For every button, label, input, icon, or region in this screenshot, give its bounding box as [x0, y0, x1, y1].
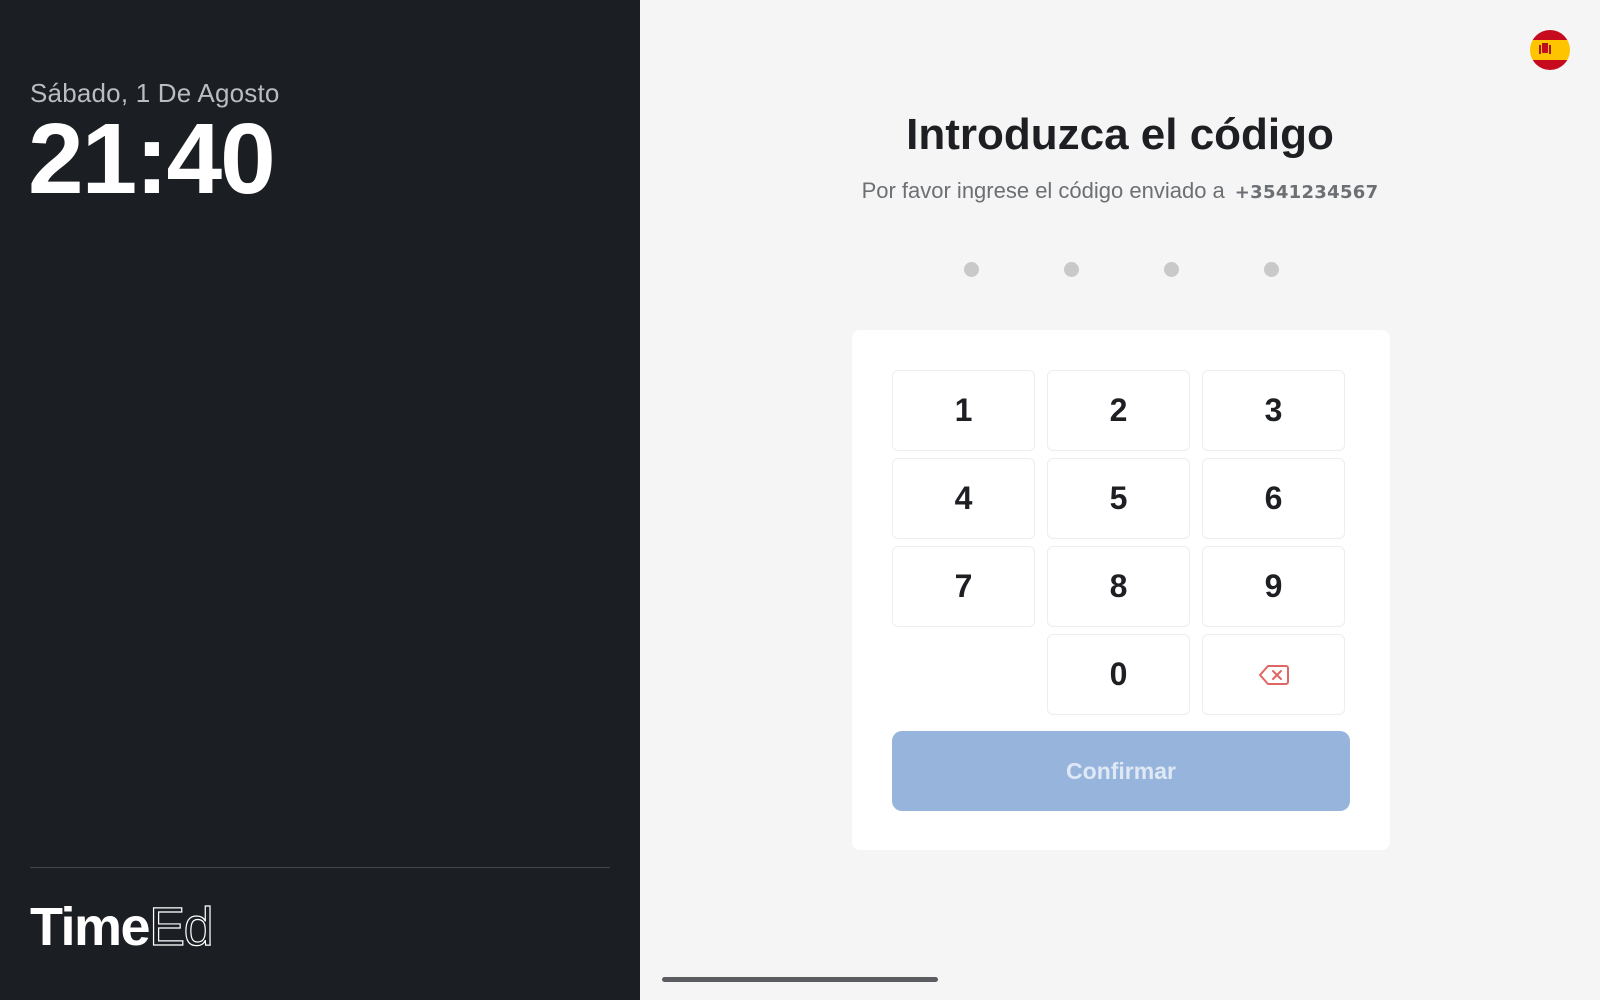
key-empty	[892, 634, 1035, 715]
key-3[interactable]: 3	[1202, 370, 1345, 451]
spain-flag-icon[interactable]	[1530, 30, 1570, 70]
keypad-card: 1 2 3 4 5 6 7 8 9 0 Confirmar	[852, 330, 1390, 850]
key-7[interactable]: 7	[892, 546, 1035, 627]
key-9[interactable]: 9	[1202, 546, 1345, 627]
key-4[interactable]: 4	[892, 458, 1035, 539]
screen: Sábado, 1 De Agosto 21:40 TimeEd Introdu…	[0, 0, 1600, 1000]
key-5[interactable]: 5	[1047, 458, 1190, 539]
code-dot	[1163, 262, 1179, 277]
home-indicator	[662, 977, 938, 982]
keypad: 1 2 3 4 5 6 7 8 9 0	[892, 370, 1350, 715]
code-dot	[1263, 262, 1279, 277]
code-dot	[963, 262, 979, 277]
right-panel: Introduzca el código Por favor ingrese e…	[640, 0, 1600, 1000]
subtitle: Por favor ingrese el código enviado a +35…	[640, 178, 1600, 204]
delete-button[interactable]	[1202, 634, 1345, 715]
key-6[interactable]: 6	[1202, 458, 1345, 539]
key-8[interactable]: 8	[1047, 546, 1190, 627]
backspace-icon	[1258, 664, 1289, 686]
subtitle-text: Por favor ingrese el código enviado a	[861, 178, 1225, 203]
divider	[30, 867, 610, 868]
clock: 21:40	[28, 103, 276, 215]
code-dots	[640, 262, 1600, 277]
brand-logo-part1: Time	[30, 897, 151, 957]
key-2[interactable]: 2	[1047, 370, 1190, 451]
confirm-button[interactable]: Confirmar	[892, 731, 1350, 811]
brand-logo: TimeEd	[30, 897, 214, 957]
phone-number: +3541234567	[1234, 182, 1379, 203]
page-title: Introduzca el código	[906, 110, 1334, 159]
key-0[interactable]: 0	[1047, 634, 1190, 715]
left-panel: Sábado, 1 De Agosto 21:40 TimeEd	[0, 0, 640, 1000]
brand-logo-part2: Ed	[148, 897, 214, 957]
code-dot	[1063, 262, 1079, 277]
key-1[interactable]: 1	[892, 370, 1035, 451]
